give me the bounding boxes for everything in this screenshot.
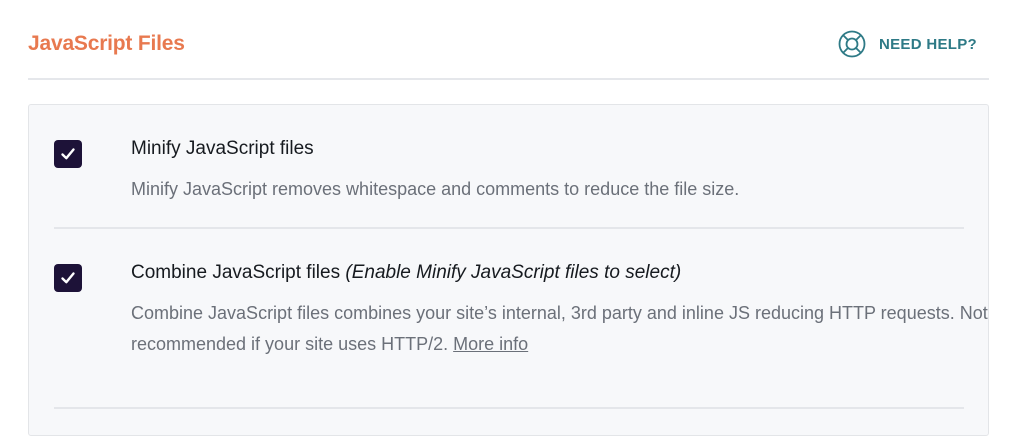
lifebuoy-icon [838, 30, 866, 58]
settings-panel: Minify JavaScript files Minify JavaScrip… [28, 104, 989, 436]
option-title: Minify JavaScript files [131, 138, 314, 159]
option-description: Combine JavaScript files combines your s… [131, 298, 991, 360]
option-title-note: (Enable Minify JavaScript files to selec… [345, 262, 682, 283]
need-help-label: NEED HELP? [878, 35, 977, 53]
minify-js-checkbox[interactable] [54, 140, 82, 168]
checkmark-icon [61, 148, 75, 160]
option-title: Combine JavaScript files (Enable Minify … [131, 262, 681, 284]
need-help-button[interactable]: NEED HELP? [838, 30, 977, 58]
divider [54, 227, 964, 229]
checkmark-icon [61, 272, 75, 284]
page-title: JavaScript Files [28, 32, 185, 55]
option-description-text: Combine JavaScript files combines your s… [131, 303, 988, 354]
option-title-text: Combine JavaScript files [131, 262, 341, 283]
option-description: Minify JavaScript removes whitespace and… [131, 179, 740, 199]
combine-js-checkbox[interactable] [54, 264, 82, 292]
section-header: JavaScript Files NEED HELP? [28, 0, 989, 80]
divider [54, 407, 964, 409]
more-info-link[interactable]: More info [453, 334, 528, 354]
